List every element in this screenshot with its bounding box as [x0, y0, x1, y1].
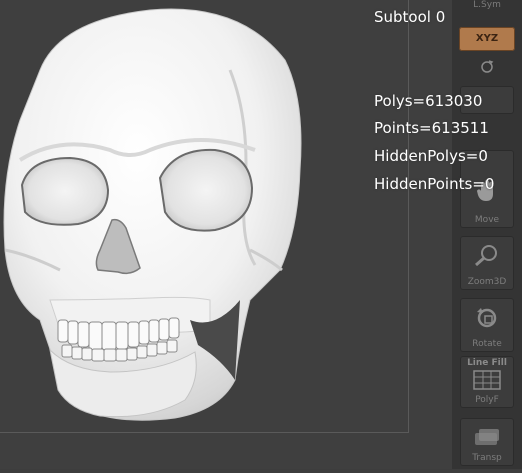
hidden-polys-readout: HiddenPolys=0 — [374, 147, 488, 165]
rotate-button[interactable]: Rotate — [460, 298, 514, 352]
lsym-button[interactable]: L.Sym — [460, 0, 514, 14]
rotate-axis-icon[interactable] — [478, 58, 496, 76]
zoom3d-button[interactable]: Zoom3D — [460, 236, 514, 290]
hidden-points-readout: HiddenPoints=0 — [374, 175, 495, 193]
points-readout: Points=613511 — [374, 119, 489, 137]
grid-icon — [473, 370, 501, 394]
transparency-icon — [473, 428, 501, 450]
xyz-label: XYZ — [475, 33, 499, 44]
rotate-icon — [472, 304, 502, 336]
canvas-frame-bottom — [0, 432, 409, 433]
polyf-button[interactable]: Line Fill PolyF — [460, 356, 514, 408]
transp-label: Transp — [472, 453, 502, 463]
skull-model[interactable] — [0, 0, 452, 469]
polyf-label: PolyF — [475, 395, 499, 405]
linefill-label: Line Fill — [467, 358, 507, 368]
magnifier-icon — [472, 244, 502, 272]
zoom3d-label: Zoom3D — [467, 277, 507, 287]
subtool-readout: Subtool 0 — [374, 8, 446, 26]
move-label: Move — [474, 215, 500, 225]
transp-button[interactable]: Transp — [460, 418, 514, 466]
canvas-frame-right — [408, 0, 409, 432]
viewport-canvas[interactable] — [0, 0, 452, 469]
rotate-label: Rotate — [472, 339, 502, 349]
skull-model-graphic — [3, 8, 302, 421]
polys-readout: Polys=613030 — [374, 92, 483, 110]
xyz-symmetry-button[interactable]: XYZ — [459, 27, 515, 51]
